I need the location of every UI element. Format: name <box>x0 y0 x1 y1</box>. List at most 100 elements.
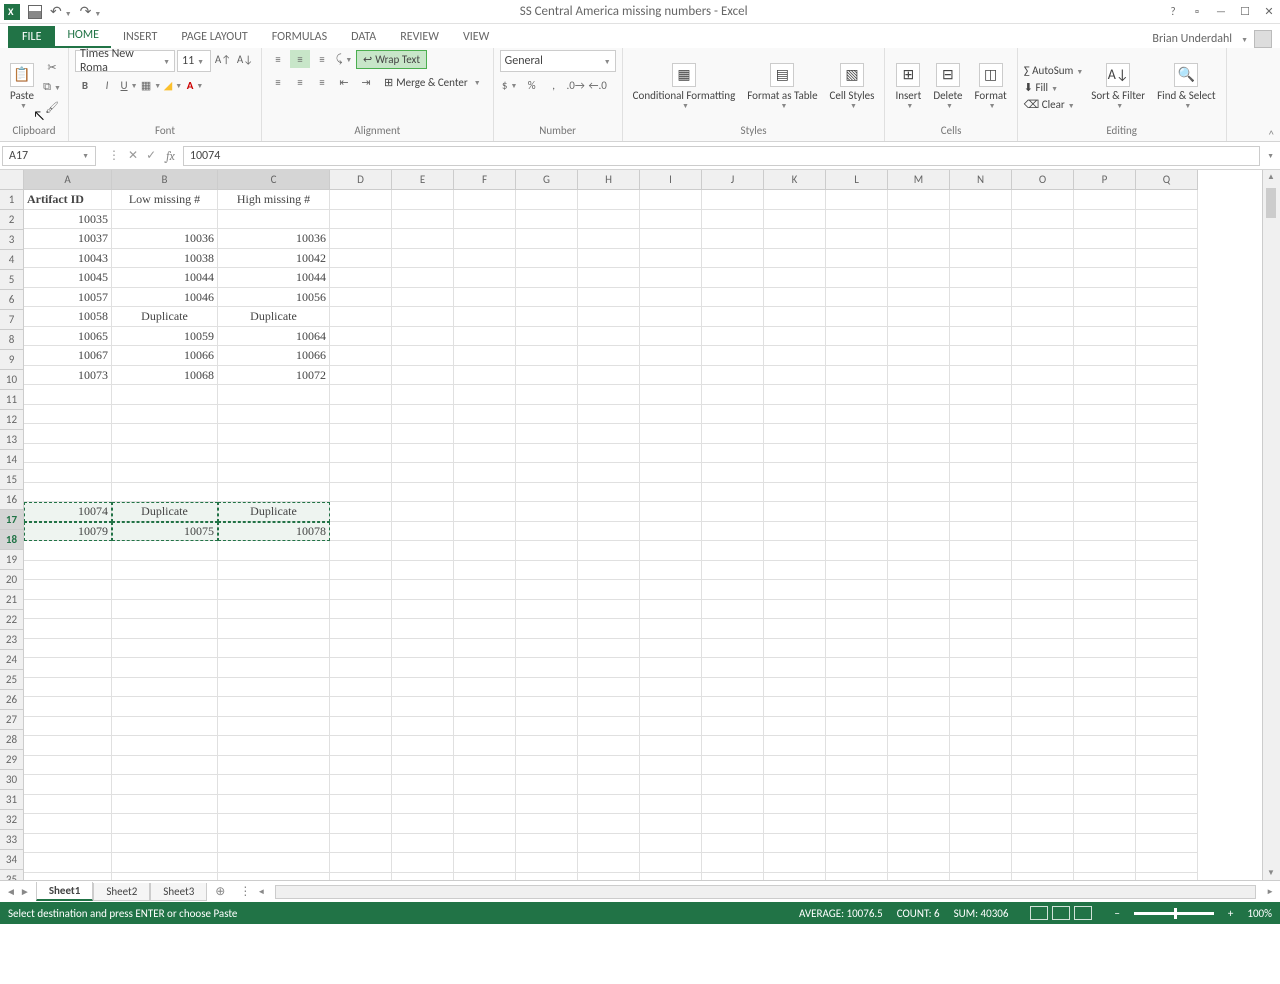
cell-K14[interactable] <box>764 444 826 464</box>
cell-C1[interactable]: High missing # <box>218 190 330 210</box>
cancel-formula-button[interactable]: ✕ <box>128 148 138 163</box>
cell-G11[interactable] <box>516 385 578 405</box>
column-header-Q[interactable]: Q <box>1136 170 1198 190</box>
cell-E30[interactable] <box>392 756 454 776</box>
cell-Q33[interactable] <box>1136 814 1198 834</box>
cell-A17[interactable]: 10074 <box>24 502 112 522</box>
row-header-23[interactable]: 23 <box>0 630 24 650</box>
cell-H22[interactable] <box>578 600 640 620</box>
cell-P3[interactable] <box>1074 229 1136 249</box>
decrease-indent-button[interactable]: ⇤ <box>334 73 354 91</box>
cell-C35[interactable] <box>218 853 330 873</box>
cell-K28[interactable] <box>764 717 826 737</box>
cell-L29[interactable] <box>826 736 888 756</box>
cell-A10[interactable]: 10073 <box>24 366 112 386</box>
cell-Q15[interactable] <box>1136 463 1198 483</box>
cell-D25[interactable] <box>330 658 392 678</box>
cell-J32[interactable] <box>702 795 764 815</box>
cell-I24[interactable] <box>640 639 702 659</box>
column-header-B[interactable]: B <box>112 170 218 190</box>
cell-C5[interactable]: 10044 <box>218 268 330 288</box>
cell-G12[interactable] <box>516 405 578 425</box>
cell-F33[interactable] <box>454 814 516 834</box>
cell-Q19[interactable] <box>1136 541 1198 561</box>
cell-E20[interactable] <box>392 561 454 581</box>
cell-G23[interactable] <box>516 619 578 639</box>
cell-L14[interactable] <box>826 444 888 464</box>
grow-font-button[interactable]: A↑ <box>213 50 233 68</box>
cell-B25[interactable] <box>112 658 218 678</box>
cell-E13[interactable] <box>392 424 454 444</box>
cell-K12[interactable] <box>764 405 826 425</box>
cell-P6[interactable] <box>1074 288 1136 308</box>
cell-C26[interactable] <box>218 678 330 698</box>
cell-M9[interactable] <box>888 346 950 366</box>
cell-Q27[interactable] <box>1136 697 1198 717</box>
cell-M17[interactable] <box>888 502 950 522</box>
cell-N22[interactable] <box>950 600 1012 620</box>
cell-F11[interactable] <box>454 385 516 405</box>
cell-J1[interactable] <box>702 190 764 210</box>
cell-O30[interactable] <box>1012 756 1074 776</box>
copy-button[interactable]: ⧉▼ <box>42 78 62 96</box>
row-header-27[interactable]: 27 <box>0 710 24 730</box>
cell-Q36[interactable] <box>1136 873 1198 881</box>
row-header-28[interactable]: 28 <box>0 730 24 750</box>
cell-K9[interactable] <box>764 346 826 366</box>
cell-C17[interactable]: Duplicate <box>218 502 330 522</box>
column-header-I[interactable]: I <box>640 170 702 190</box>
bold-button[interactable]: B <box>75 76 95 94</box>
cell-B17[interactable]: Duplicate <box>112 502 218 522</box>
cell-D9[interactable] <box>330 346 392 366</box>
cell-L20[interactable] <box>826 561 888 581</box>
cell-N20[interactable] <box>950 561 1012 581</box>
tab-home[interactable]: HOME <box>55 24 111 48</box>
cell-P26[interactable] <box>1074 678 1136 698</box>
cell-I13[interactable] <box>640 424 702 444</box>
cell-F23[interactable] <box>454 619 516 639</box>
shrink-font-button[interactable]: A↓ <box>235 50 255 68</box>
cell-G31[interactable] <box>516 775 578 795</box>
cell-Q22[interactable] <box>1136 600 1198 620</box>
row-header-29[interactable]: 29 <box>0 750 24 770</box>
cell-Q2[interactable] <box>1136 210 1198 230</box>
cell-H30[interactable] <box>578 756 640 776</box>
cell-H15[interactable] <box>578 463 640 483</box>
cell-A25[interactable] <box>24 658 112 678</box>
cell-E8[interactable] <box>392 327 454 347</box>
cell-I10[interactable] <box>640 366 702 386</box>
row-header-1[interactable]: 1 <box>0 190 24 210</box>
cell-D17[interactable] <box>330 502 392 522</box>
cell-P30[interactable] <box>1074 756 1136 776</box>
cell-A34[interactable] <box>24 834 112 854</box>
cell-G24[interactable] <box>516 639 578 659</box>
cell-L5[interactable] <box>826 268 888 288</box>
cell-F21[interactable] <box>454 580 516 600</box>
cell-H25[interactable] <box>578 658 640 678</box>
cell-A23[interactable] <box>24 619 112 639</box>
cell-E22[interactable] <box>392 600 454 620</box>
cell-H23[interactable] <box>578 619 640 639</box>
cell-J28[interactable] <box>702 717 764 737</box>
cell-M21[interactable] <box>888 580 950 600</box>
cell-K22[interactable] <box>764 600 826 620</box>
scroll-thumb[interactable] <box>1266 188 1276 218</box>
cell-H5[interactable] <box>578 268 640 288</box>
format-cells-button[interactable]: ◫Format▼ <box>971 61 1011 113</box>
cell-I4[interactable] <box>640 249 702 269</box>
cell-J18[interactable] <box>702 522 764 542</box>
cell-K20[interactable] <box>764 561 826 581</box>
cell-C33[interactable] <box>218 814 330 834</box>
cell-I6[interactable] <box>640 288 702 308</box>
zoom-slider[interactable] <box>1134 912 1214 915</box>
cell-A32[interactable] <box>24 795 112 815</box>
cell-G28[interactable] <box>516 717 578 737</box>
cell-D1[interactable] <box>330 190 392 210</box>
cell-D21[interactable] <box>330 580 392 600</box>
cell-C11[interactable] <box>218 385 330 405</box>
cell-E4[interactable] <box>392 249 454 269</box>
cell-F7[interactable] <box>454 307 516 327</box>
orientation-button[interactable]: ⤹▼ <box>334 50 354 68</box>
scroll-up-icon[interactable]: ▲ <box>1267 172 1275 182</box>
comma-button[interactable]: , <box>544 76 564 94</box>
